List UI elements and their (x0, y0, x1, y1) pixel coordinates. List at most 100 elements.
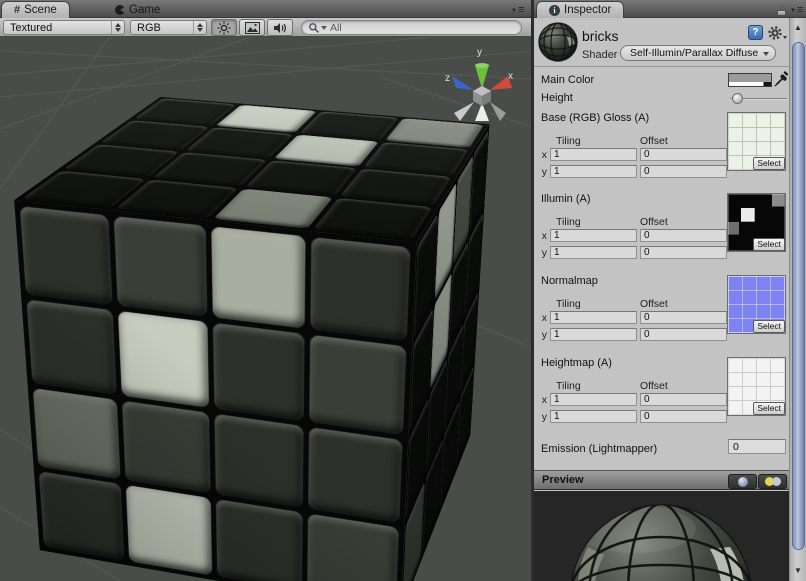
section-label: Base (RGB) Gloss (A) (541, 112, 649, 124)
search-input[interactable] (330, 22, 500, 34)
material-name: bricks (582, 28, 619, 44)
cube-tile (307, 514, 399, 581)
cube-tile (33, 388, 121, 480)
emission-label: Emission (Lightmapper) (541, 443, 657, 455)
section-label: Illumin (A) (541, 193, 591, 205)
offset-header: Offset (640, 135, 668, 147)
tiling-x-input[interactable] (550, 311, 637, 324)
render-mode-dropdown[interactable]: Textured (3, 20, 125, 35)
cube-tile (122, 400, 210, 494)
base-gloss-texture-thumbnail[interactable]: Select (728, 113, 785, 170)
tiling-x-input[interactable] (550, 148, 637, 161)
scene-skybox-toggle[interactable] (239, 19, 265, 36)
x-axis-label: x (536, 312, 547, 324)
offset-y-input[interactable] (640, 410, 727, 423)
dropdown-arrows-icon (111, 21, 124, 34)
scene-pane-menu-icon[interactable]: ▼ ≡ (511, 5, 529, 16)
inspector-tabbar: i Inspector ▼ ≡ (534, 0, 806, 18)
tiling-header: Tiling (556, 298, 581, 310)
scrollbar-thumb[interactable] (792, 42, 805, 550)
y-axis-label: y (536, 411, 547, 423)
offset-header: Offset (640, 380, 668, 392)
cube-tile (214, 413, 304, 508)
scene-audio-toggle[interactable] (267, 19, 293, 36)
offset-y-input[interactable] (640, 165, 727, 178)
menu-lines-icon: ≡ (797, 6, 803, 15)
offset-x-input[interactable] (640, 148, 727, 161)
cube-tile (126, 485, 212, 575)
render-mode-value: Textured (10, 22, 52, 34)
tiling-y-input[interactable] (550, 165, 637, 178)
height-slider[interactable] (730, 92, 787, 106)
cube-tile (309, 334, 406, 434)
cube-tile (113, 216, 206, 316)
menu-arrow-icon: ▼ (511, 8, 517, 14)
select-texture-button[interactable]: Select (753, 238, 785, 251)
y-axis-label: y (536, 166, 547, 178)
tab-inspector[interactable]: i Inspector (537, 2, 623, 18)
gear-icon[interactable] (767, 25, 787, 41)
preview-title: Preview (542, 474, 584, 486)
preview-area[interactable] (534, 491, 789, 581)
select-texture-button[interactable]: Select (753, 320, 785, 333)
search-icon (308, 22, 320, 34)
offset-x-input[interactable] (640, 311, 727, 324)
preview-header[interactable]: Preview (534, 470, 789, 490)
section-label: Heightmap (A) (541, 357, 612, 369)
gamepad-icon (115, 5, 125, 15)
select-texture-button[interactable]: Select (753, 157, 785, 170)
texture-section-heightmap: Heightmap (A) Select Tiling Offset x y (534, 357, 789, 429)
tiling-y-input[interactable] (550, 328, 637, 341)
light-off-icon (772, 477, 781, 486)
tiling-header: Tiling (556, 216, 581, 228)
shader-dropdown[interactable]: Self-Illumin/Parallax Diffuse (620, 45, 776, 61)
scene-search-field[interactable] (301, 20, 522, 35)
scroll-down-icon[interactable]: ▼ (790, 566, 806, 575)
tab-game[interactable]: Game (103, 2, 172, 18)
lock-icon[interactable] (777, 6, 787, 16)
tab-scene[interactable]: # Scene (2, 2, 69, 18)
shader-value: Self-Illumin/Parallax Diffuse (630, 47, 758, 59)
offset-x-input[interactable] (640, 229, 727, 242)
slider-knob[interactable] (732, 93, 743, 104)
tiling-y-input[interactable] (550, 410, 637, 423)
offset-y-input[interactable] (640, 246, 727, 259)
preview-light-toggle[interactable] (758, 474, 787, 489)
material-preview-icon (538, 22, 578, 62)
normalmap-texture-thumbnail[interactable]: Select (728, 276, 785, 333)
x-axis-label: x (536, 230, 547, 242)
header-divider (534, 66, 789, 67)
select-texture-button[interactable]: Select (753, 402, 785, 415)
eyedropper-icon[interactable] (774, 70, 788, 87)
inspector-pane-menu-icon[interactable]: ▼ ≡ (790, 5, 806, 16)
texture-section-normalmap: Normalmap Select Tiling Offset x y (534, 275, 789, 347)
offset-header: Offset (640, 216, 668, 228)
x-axis-label: x (536, 149, 547, 161)
scene-viewport[interactable]: y x z (0, 37, 532, 581)
offset-x-input[interactable] (640, 393, 727, 406)
menu-lines-icon: ≡ (518, 6, 524, 15)
section-label: Normalmap (541, 275, 598, 287)
scene-lighting-toggle[interactable] (211, 19, 237, 36)
tiling-y-input[interactable] (550, 246, 637, 259)
cube-tile (212, 322, 305, 420)
main-color-swatch[interactable] (728, 73, 772, 87)
color-mode-dropdown[interactable]: RGB (130, 20, 207, 35)
emission-input[interactable] (728, 439, 786, 454)
illumin-texture-thumbnail[interactable]: Select (728, 194, 785, 251)
inspector-scrollbar[interactable]: ▲ ▼ (789, 18, 806, 581)
preview-sphere-button[interactable] (728, 474, 757, 489)
texture-section-base-gloss: Base (RGB) Gloss (A) Select Tiling Offse… (534, 112, 789, 184)
help-icon[interactable]: ? (748, 25, 763, 40)
heightmap-texture-thumbnail[interactable]: Select (728, 358, 785, 415)
scroll-up-icon[interactable]: ▲ (790, 23, 806, 32)
offset-y-input[interactable] (640, 328, 727, 341)
cube-tile (313, 198, 432, 240)
cube-tile (215, 499, 303, 581)
tiling-x-input[interactable] (550, 229, 637, 242)
main-color-label: Main Color (541, 74, 594, 86)
menu-arrow-icon: ▼ (790, 8, 796, 14)
info-icon: i (549, 5, 560, 16)
orientation-gizmo[interactable]: y x z (444, 49, 520, 127)
tiling-x-input[interactable] (550, 393, 637, 406)
